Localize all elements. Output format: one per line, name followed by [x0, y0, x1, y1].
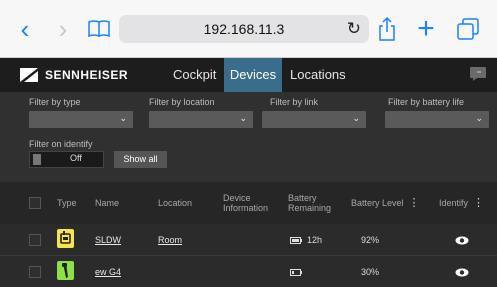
back-icon[interactable]: ‹	[14, 0, 36, 58]
row-checkbox[interactable]	[29, 266, 41, 278]
more-options-icon[interactable]: ⋮	[409, 198, 420, 209]
device-location-link[interactable]: Room	[158, 235, 182, 245]
table-header: Type Name Location Device Information Ba…	[0, 182, 497, 224]
bodypack-transmitter-icon	[57, 229, 74, 248]
header-identify-label: Identify	[439, 198, 469, 208]
filter-link-select[interactable]: ⌄	[262, 111, 366, 128]
filter-battery-select[interactable]: ⌄	[385, 111, 489, 128]
chevron-down-icon: ⌄	[475, 113, 483, 123]
header-device-info[interactable]: Device Information	[223, 182, 278, 224]
table-row[interactable]: ew G4 30%	[0, 256, 497, 287]
share-icon[interactable]	[376, 0, 398, 58]
url-text: 192.168.11.3	[203, 21, 285, 37]
filter-location-label: Filter by location	[149, 97, 215, 107]
chevron-down-icon: ⌄	[352, 113, 360, 123]
show-all-button[interactable]: Show all	[114, 151, 167, 168]
header-battery-level-label: Battery Level	[351, 198, 404, 208]
row-checkbox[interactable]	[29, 234, 41, 246]
header-location[interactable]: Location	[158, 182, 192, 224]
table-row[interactable]: SLDW Room 12h 92%	[0, 224, 497, 256]
nav-devices[interactable]: Devices	[224, 58, 282, 92]
filter-type-label: Filter by type	[29, 97, 81, 107]
nav-cockpit[interactable]: Cockpit	[173, 58, 216, 92]
tabs-icon[interactable]	[455, 0, 481, 58]
sennheiser-logo-icon	[20, 68, 38, 82]
address-bar[interactable]: 192.168.11.3 ↻	[119, 15, 369, 43]
header-battery-remaining[interactable]: Battery Remaining	[288, 182, 338, 224]
nav-locations[interactable]: Locations	[290, 58, 346, 92]
battery-level: 92%	[361, 235, 380, 245]
app-header: SENNHEISER Cockpit Devices Locations	[0, 58, 497, 92]
identify-eye-icon[interactable]	[455, 236, 469, 245]
identify-toggle[interactable]: Off	[29, 151, 104, 168]
sennheiser-logo[interactable]: SENNHEISER	[20, 67, 128, 83]
new-tab-icon[interactable]: +	[414, 0, 438, 58]
device-name-link[interactable]: ew G4	[95, 267, 121, 277]
battery-low-icon	[290, 268, 302, 276]
battery-remaining: 12h	[307, 235, 323, 245]
battery-full-icon	[290, 236, 302, 244]
header-identify[interactable]: Identify ⋮	[439, 182, 484, 224]
more-options-icon[interactable]: ⋮	[473, 198, 484, 209]
forward-icon[interactable]: ›	[52, 0, 74, 58]
reload-icon[interactable]: ↻	[347, 19, 361, 39]
bookmarks-icon[interactable]	[86, 0, 112, 58]
select-all-checkbox[interactable]	[29, 197, 41, 209]
toggle-state: Off	[70, 153, 82, 163]
filter-type-select[interactable]: ⌄	[29, 111, 133, 128]
filter-link-label: Filter by link	[270, 97, 319, 107]
filter-identify-label: Filter on identify	[29, 139, 93, 149]
filter-battery-label: Filter by battery life	[388, 97, 465, 107]
browser-toolbar: ‹ › 192.168.11.3 ↻ +	[0, 0, 497, 58]
filter-panel: Filter by type ⌄ Filter by location ⌄ Fi…	[0, 92, 497, 182]
brand-name: SENNHEISER	[45, 68, 129, 82]
header-type[interactable]: Type	[57, 182, 77, 224]
filter-location-select[interactable]: ⌄	[149, 111, 253, 128]
chevron-down-icon: ⌄	[119, 113, 127, 123]
battery-level: 30%	[361, 267, 380, 277]
chevron-down-icon: ⌄	[239, 113, 247, 123]
header-battery-level[interactable]: Battery Level ⋮	[351, 182, 420, 224]
header-name[interactable]: Name	[95, 182, 119, 224]
handheld-microphone-icon	[57, 261, 74, 280]
identify-eye-icon[interactable]	[455, 268, 469, 277]
notifications-icon[interactable]	[470, 67, 486, 81]
device-name-link[interactable]: SLDW	[95, 235, 121, 245]
toggle-knob	[33, 154, 41, 165]
